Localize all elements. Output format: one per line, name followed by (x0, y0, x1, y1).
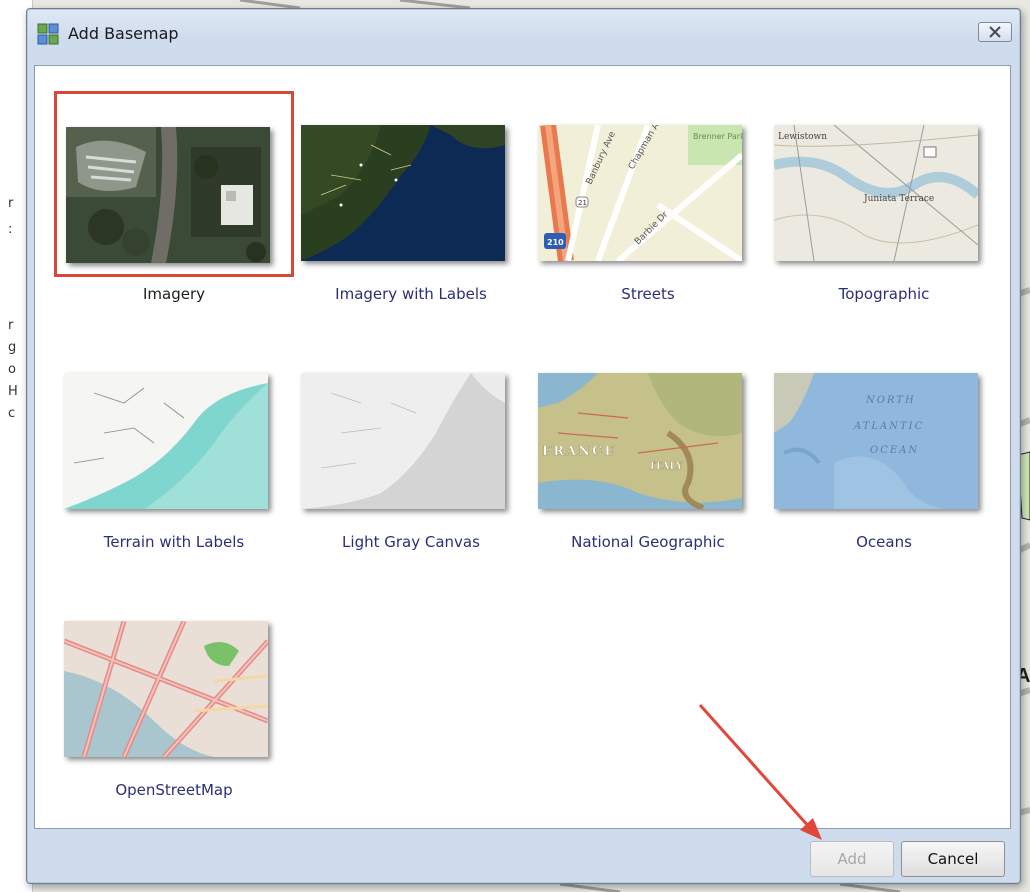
dialog-footer: Add Cancel (27, 829, 1020, 885)
background-text-fragment: r (8, 196, 14, 211)
basemap-tile-imagery-with-labels[interactable]: Imagery with Labels (291, 91, 531, 303)
basemap-label: Imagery (142, 285, 206, 303)
add-basemap-dialog: Add Basemap Imagery Imagery with Labels … (26, 8, 1021, 884)
close-icon (989, 26, 1001, 38)
basemap-label: Terrain with Labels (103, 533, 245, 551)
basemap-tile-topographic[interactable]: Lewistown Juniata Terrace Topographic (764, 91, 1004, 303)
basemap-label: OpenStreetMap (115, 781, 233, 799)
cancel-button[interactable]: Cancel (901, 841, 1005, 877)
background-text-fragment: r (8, 318, 14, 333)
basemap-thumbnail-topographic: Lewistown Juniata Terrace (774, 125, 978, 261)
background-text-fragment: c (8, 406, 16, 421)
basemap-thumbnail-imagery (66, 127, 270, 263)
basemap-label: Oceans (856, 533, 912, 551)
basemap-label: Topographic (838, 285, 930, 303)
basemap-gallery-icon (37, 23, 59, 45)
map-label: OCEAN (870, 445, 919, 456)
basemap-label: Light Gray Canvas (342, 533, 480, 551)
map-label: ITALY (650, 461, 684, 472)
background-text-fragment: H (8, 384, 18, 399)
basemap-thumbnail-terrain-with-labels (64, 373, 268, 509)
basemap-tile-openstreetmap[interactable]: OpenStreetMap (54, 587, 294, 799)
background-text-fragment: : (8, 222, 13, 237)
dialog-titlebar[interactable]: Add Basemap (27, 9, 1020, 59)
map-label: Brenner Park (693, 132, 742, 141)
map-label: 21 (578, 199, 587, 207)
background-text-fragment: g (8, 340, 17, 355)
basemap-label: Imagery with Labels (335, 285, 487, 303)
map-label: Juniata Terrace (863, 194, 934, 204)
dialog-title: Add Basemap (68, 24, 179, 43)
basemap-tile-light-gray-canvas[interactable]: Light Gray Canvas (291, 339, 531, 551)
basemap-tile-oceans[interactable]: NORTH ATLANTIC OCEAN Oceans (764, 339, 1004, 551)
basemap-thumbnail-oceans: NORTH ATLANTIC OCEAN (774, 373, 978, 509)
basemap-thumbnail-streets: Banbury Ave Chapman Ave Barbie Dr Brenne… (538, 125, 742, 261)
basemap-tile-streets[interactable]: Banbury Ave Chapman Ave Barbie Dr Brenne… (528, 91, 768, 303)
map-label: Lewistown (778, 132, 827, 142)
close-button[interactable] (978, 22, 1012, 42)
basemap-tile-terrain-with-labels[interactable]: Terrain with Labels (54, 339, 294, 551)
basemap-tile-imagery[interactable]: Imagery (54, 91, 294, 303)
basemap-thumbnail-national-geographic: FRANCE ITALY (538, 373, 742, 509)
basemap-thumbnail-light-gray-canvas (301, 373, 505, 509)
add-button[interactable]: Add (810, 841, 894, 877)
basemap-thumbnail-openstreetmap (64, 621, 268, 757)
map-label: ATLANTIC (853, 421, 924, 432)
map-label: FRANCE (542, 444, 616, 459)
basemap-tile-national-geographic[interactable]: FRANCE ITALY National Geographic (528, 339, 768, 551)
map-label: 210 (547, 238, 564, 247)
basemap-gallery: Imagery Imagery with Labels Banbury Ave … (34, 65, 1011, 829)
map-label: NORTH (865, 395, 916, 406)
basemap-label: National Geographic (571, 533, 725, 551)
background-text-fragment: o (8, 362, 16, 377)
basemap-label: Streets (621, 285, 675, 303)
basemap-thumbnail-imagery-with-labels (301, 125, 505, 261)
